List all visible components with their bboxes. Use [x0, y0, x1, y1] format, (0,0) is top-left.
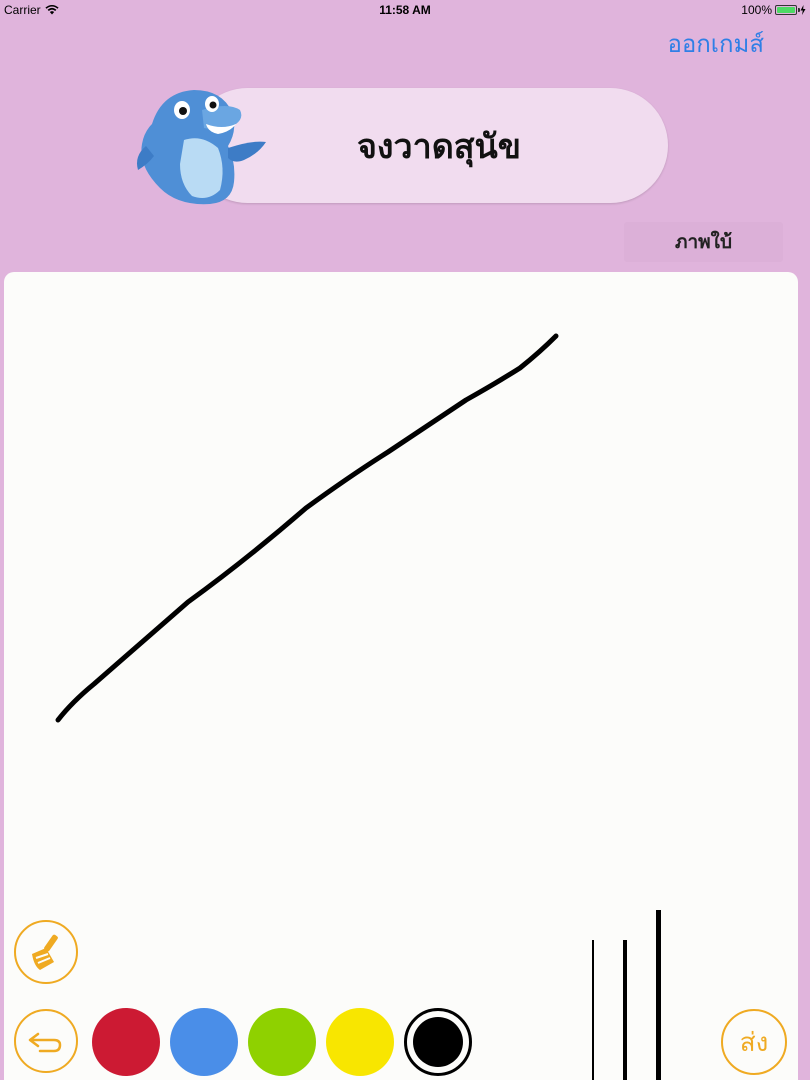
send-label: ส่ง — [739, 1027, 769, 1058]
battery-percent: 100% — [741, 3, 772, 17]
undo-button[interactable] — [14, 1009, 78, 1073]
color-blue-swatch[interactable] — [170, 1008, 238, 1076]
battery-icon — [775, 5, 800, 15]
status-time: 11:58 AM — [379, 3, 431, 17]
dolphin-mascot-icon — [137, 90, 266, 205]
color-yellow-swatch[interactable] — [326, 1008, 394, 1076]
brush-size-medium[interactable] — [623, 940, 627, 1080]
hint-image-button[interactable]: ภาพใบ้ — [624, 222, 783, 262]
brush-size-thick[interactable] — [656, 910, 661, 1080]
send-button[interactable]: ส่ง — [721, 1009, 787, 1075]
color-black-fill — [413, 1017, 463, 1067]
color-green-swatch[interactable] — [248, 1008, 316, 1076]
exit-game-button[interactable]: ออกเกมส์ — [667, 24, 764, 63]
charging-icon — [800, 5, 806, 15]
undo-arrow-icon — [28, 1032, 62, 1053]
battery-indicator: 100% — [741, 3, 806, 17]
brush-size-thin[interactable] — [592, 940, 594, 1080]
color-red-swatch[interactable] — [92, 1008, 160, 1076]
broom-icon — [32, 934, 58, 970]
drawing-canvas[interactable] — [4, 272, 798, 1080]
status-bar: Carrier 11:58 AM 100% — [0, 0, 810, 22]
color-black-swatch-selected[interactable] — [404, 1008, 472, 1076]
clear-brush-button[interactable] — [14, 920, 78, 984]
